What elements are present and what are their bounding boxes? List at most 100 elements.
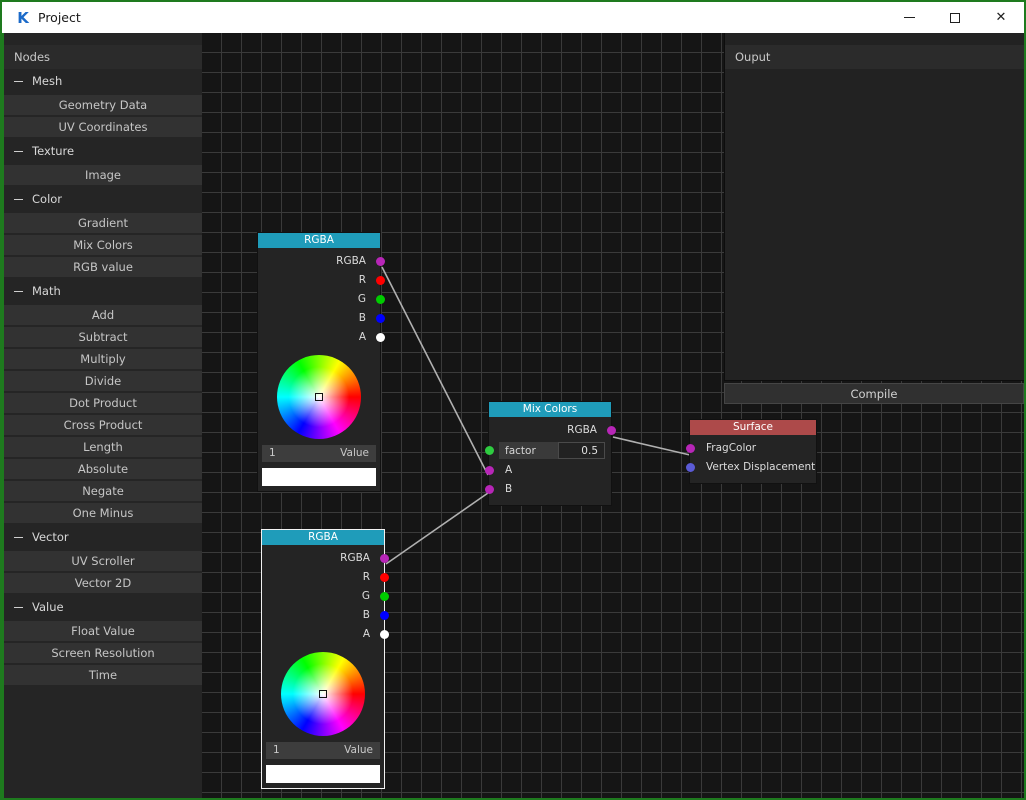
- sidebar-item-uv-coordinates[interactable]: UV Coordinates: [4, 117, 202, 137]
- port-dot-b[interactable]: [375, 314, 385, 323]
- port-dot-g[interactable]: [379, 592, 389, 601]
- sidebar-item-absolute[interactable]: Absolute: [4, 459, 202, 479]
- sidebar-item-multiply[interactable]: Multiply: [4, 349, 202, 369]
- color-wheel-cursor[interactable]: [315, 393, 323, 401]
- node-body-surface: FragColor Vertex Displacement: [685, 435, 816, 483]
- port-dot-b[interactable]: [484, 485, 494, 494]
- sidebar-item-image[interactable]: Image: [4, 165, 202, 185]
- output-port-r[interactable]: R: [258, 271, 385, 290]
- port-dot-a[interactable]: [484, 466, 494, 475]
- port-dot-a[interactable]: [375, 333, 385, 342]
- node-surface[interactable]: Surface FragColor Vertex Displacement: [685, 419, 817, 484]
- output-port-rgba[interactable]: RGBA: [258, 252, 385, 271]
- output-port-g[interactable]: G: [262, 587, 389, 606]
- output-port-rgba[interactable]: RGBA: [262, 549, 389, 568]
- port-dot-rgba[interactable]: [375, 257, 385, 266]
- port-dot-vertex-displacement[interactable]: [685, 463, 695, 472]
- sidebar-category-vector[interactable]: Vector: [4, 525, 202, 549]
- sidebar-item-screen-resolution[interactable]: Screen Resolution: [4, 643, 202, 663]
- sidebar-item-gradient[interactable]: Gradient: [4, 213, 202, 233]
- app-window: K Project ✕ Nodes Mesh Geometry Data UV Co…: [0, 0, 1026, 800]
- output-port-a[interactable]: A: [262, 625, 389, 644]
- output-port-a[interactable]: A: [258, 328, 385, 347]
- port-dot-g[interactable]: [375, 295, 385, 304]
- input-port-b[interactable]: B: [484, 480, 611, 499]
- port-dot-a[interactable]: [379, 630, 389, 639]
- input-port-vertex-displacement[interactable]: Vertex Displacement: [685, 458, 816, 477]
- node-mix-colors[interactable]: Mix Colors RGBA factor 0.5 A B: [484, 401, 616, 506]
- output-port-b[interactable]: B: [258, 309, 385, 328]
- sidebar-item-negate[interactable]: Negate: [4, 481, 202, 501]
- field-value-input[interactable]: 0.5: [558, 442, 605, 459]
- output-port-rgba[interactable]: RGBA: [489, 421, 616, 440]
- sidebar-category-color[interactable]: Color: [4, 187, 202, 211]
- port-dot-factor[interactable]: [484, 446, 494, 455]
- sidebar-item-vector-2d[interactable]: Vector 2D: [4, 573, 202, 593]
- color-wheel[interactable]: [277, 355, 361, 439]
- collapse-dash-icon: [14, 290, 23, 292]
- input-port-fragcolor[interactable]: FragColor: [685, 439, 816, 458]
- input-port-label: A: [505, 464, 513, 476]
- sidebar-item-divide[interactable]: Divide: [4, 371, 202, 391]
- close-button[interactable]: ✕: [978, 2, 1024, 33]
- sidebar-item-add[interactable]: Add: [4, 305, 202, 325]
- sidebar-item-cross-product[interactable]: Cross Product: [4, 415, 202, 435]
- node-rgba-1[interactable]: RGBA RGBA R G B A 1 Value: [257, 232, 385, 492]
- port-dot-r[interactable]: [375, 276, 385, 285]
- app-logo-icon: K: [17, 8, 29, 27]
- node-header-rgba-2[interactable]: RGBA: [262, 530, 384, 545]
- sidebar-item-mix-colors[interactable]: Mix Colors: [4, 235, 202, 255]
- port-dot-fragcolor[interactable]: [685, 444, 695, 453]
- output-port-b[interactable]: B: [262, 606, 389, 625]
- node-header-mix-colors[interactable]: Mix Colors: [489, 402, 611, 417]
- sidebar-item-dot-product[interactable]: Dot Product: [4, 393, 202, 413]
- node-graph-canvas[interactable]: RGBA RGBA R G B A 1 Value RGBA RGBA R G B A 1 Value Mix …: [202, 33, 1024, 798]
- port-dot-b[interactable]: [379, 611, 389, 620]
- sidebar-list: Mesh Geometry Data UV Coordinates Texture Im…: [4, 69, 202, 685]
- sidebar-category-label: Color: [32, 192, 63, 206]
- maximize-icon: [950, 12, 960, 23]
- compile-button[interactable]: Compile: [724, 383, 1024, 404]
- input-port-a[interactable]: A: [484, 461, 611, 480]
- output-port-label: G: [361, 590, 370, 602]
- node-rgba-2[interactable]: RGBA RGBA R G B A 1 Value: [261, 529, 389, 789]
- sidebar-title: Nodes: [4, 45, 202, 69]
- collapse-dash-icon: [14, 150, 23, 152]
- sidebar-item-length[interactable]: Length: [4, 437, 202, 457]
- color-swatch[interactable]: [262, 468, 376, 486]
- field-label: factor: [499, 442, 559, 459]
- sidebar-category-label: Math: [32, 284, 61, 298]
- sidebar-category-value[interactable]: Value: [4, 595, 202, 619]
- sidebar-item-geometry-data[interactable]: Geometry Data: [4, 95, 202, 115]
- sidebar-item-one-minus[interactable]: One Minus: [4, 503, 202, 523]
- sidebar-item-uv-scroller[interactable]: UV Scroller: [4, 551, 202, 571]
- output-port-r[interactable]: R: [262, 568, 389, 587]
- color-swatch[interactable]: [266, 765, 380, 783]
- window-controls: ✕: [886, 2, 1024, 33]
- port-dot-r[interactable]: [379, 573, 389, 582]
- sidebar-item-float-value[interactable]: Float Value: [4, 621, 202, 641]
- sidebar-item-time[interactable]: Time: [4, 665, 202, 685]
- node-header-surface[interactable]: Surface: [690, 420, 816, 435]
- port-dot-rgba[interactable]: [379, 554, 389, 563]
- minimize-button[interactable]: [886, 2, 932, 33]
- sidebar-category-texture[interactable]: Texture: [4, 139, 202, 163]
- color-wheel[interactable]: [281, 652, 365, 736]
- value-number: 1: [269, 447, 276, 459]
- sidebar-item-rgb-value[interactable]: RGB value: [4, 257, 202, 277]
- color-wheel-cursor[interactable]: [319, 690, 327, 698]
- collapse-dash-icon: [14, 536, 23, 538]
- value-slider[interactable]: 1 Value: [266, 742, 380, 759]
- port-dot-rgba[interactable]: [606, 426, 616, 435]
- sidebar-item-subtract[interactable]: Subtract: [4, 327, 202, 347]
- field-factor[interactable]: factor 0.5: [484, 442, 605, 459]
- output-port-g[interactable]: G: [258, 290, 385, 309]
- output-port-label: R: [358, 274, 366, 286]
- color-wheel-wrap: [258, 347, 380, 439]
- wire: [612, 436, 691, 456]
- node-header-rgba-1[interactable]: RGBA: [258, 233, 380, 248]
- sidebar-category-mesh[interactable]: Mesh: [4, 69, 202, 93]
- sidebar-category-math[interactable]: Math: [4, 279, 202, 303]
- value-slider[interactable]: 1 Value: [262, 445, 376, 462]
- maximize-button[interactable]: [932, 2, 978, 33]
